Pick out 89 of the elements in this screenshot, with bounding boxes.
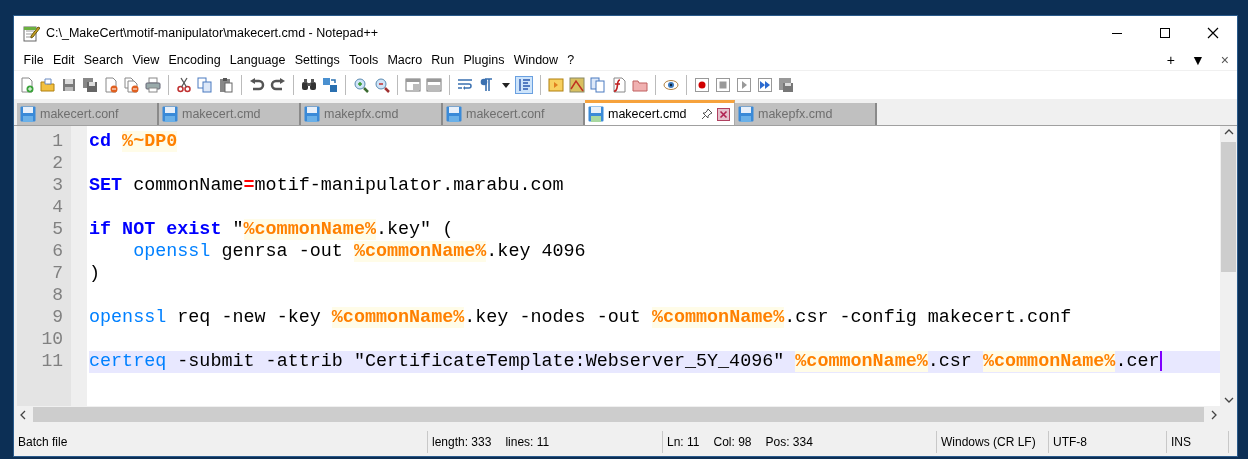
menu-item[interactable]: Language: [225, 53, 291, 67]
menu-item[interactable]: Edit: [48, 53, 80, 67]
window-icon[interactable]: [426, 77, 442, 93]
line-position: Ln: 11: [667, 435, 700, 449]
tab-label: makecert.cmd: [608, 107, 687, 121]
tab-label: makecert.conf: [466, 107, 545, 121]
fast-forward-icon[interactable]: [757, 77, 773, 93]
menu-item[interactable]: Run: [426, 53, 459, 67]
zoom-out-icon[interactable]: [374, 77, 390, 93]
map-icon[interactable]: [569, 77, 585, 93]
play-icon[interactable]: [736, 77, 752, 93]
line-number: 5: [51, 219, 64, 241]
maximize-icon[interactable]: [1159, 27, 1171, 39]
eye-icon[interactable]: [663, 77, 679, 93]
window-title: C:\_MakeCert\motif-manipulator\makecert.cmd - Notepad++: [46, 26, 380, 40]
menu-item[interactable]: Window: [509, 53, 563, 67]
window-icon[interactable]: [405, 77, 421, 93]
close-icon[interactable]: [1207, 27, 1219, 39]
indent-guide-icon[interactable]: [515, 76, 533, 94]
stop-icon[interactable]: [715, 77, 731, 93]
file-tab[interactable]: makecert.cmd: [585, 100, 735, 125]
line-number: 10: [40, 329, 64, 351]
column-position: Col: 98: [713, 435, 752, 449]
line-number: 4: [51, 197, 64, 219]
code-line: SET commonName=motif-manipulator.marabu.com: [89, 175, 565, 197]
copy-icon[interactable]: [197, 77, 213, 93]
print-icon[interactable]: [145, 77, 161, 93]
line-number: 9: [51, 307, 64, 329]
menu-item[interactable]: Settings: [290, 53, 345, 67]
line-number: 2: [51, 153, 64, 175]
menu-item[interactable]: Plugins: [458, 53, 510, 67]
menu-item[interactable]: Tools: [344, 53, 383, 67]
notepad-icon: [22, 24, 40, 42]
code-line: if NOT exist "%commonName%.key" (: [89, 219, 455, 241]
folder-icon[interactable]: [632, 77, 648, 93]
doc-map-icon[interactable]: [548, 77, 564, 93]
code-line: openssl genrsa -out %commonName%.key 4096: [132, 241, 587, 263]
replace-icon[interactable]: [322, 77, 338, 93]
documents-icon[interactable]: [590, 77, 606, 93]
tab-list-button[interactable]: ▼: [1182, 52, 1213, 68]
save-icon[interactable]: [61, 77, 77, 93]
close-icon[interactable]: [717, 107, 730, 121]
insert-mode-label: INS: [1171, 435, 1191, 449]
close-tab-button[interactable]: ×: [1212, 52, 1237, 68]
tab-label: makepfx.cmd: [324, 107, 399, 121]
line-endings-label: Windows (CR LF): [941, 435, 1036, 449]
tab-label: makecert.cmd: [182, 107, 261, 121]
text-cursor: [1159, 351, 1162, 372]
save-macro-icon[interactable]: [778, 77, 794, 93]
undo-icon[interactable]: [249, 77, 265, 93]
function-list-icon[interactable]: [611, 77, 627, 93]
menu-item[interactable]: Search: [79, 53, 128, 67]
lines-count: lines: 11: [505, 435, 550, 449]
line-number: 1: [51, 131, 64, 153]
vertical-scrollbar[interactable]: [1220, 126, 1237, 406]
line-number: 11: [40, 351, 64, 373]
redo-icon[interactable]: [270, 77, 286, 93]
cut-icon[interactable]: [176, 77, 192, 93]
save-all-icon[interactable]: [82, 77, 98, 93]
line-number: 6: [51, 241, 64, 263]
menu-item[interactable]: ?: [562, 53, 579, 67]
tab-label: makecert.conf: [40, 107, 119, 121]
encoding-label: UTF-8: [1053, 435, 1087, 449]
menu-item[interactable]: File: [19, 53, 49, 67]
new-tab-button[interactable]: +: [1158, 52, 1183, 68]
line-number: 3: [51, 175, 64, 197]
menu-item[interactable]: Encoding: [163, 53, 226, 67]
paste-icon[interactable]: [218, 77, 234, 93]
menu-item[interactable]: Macro: [382, 53, 427, 67]
horizontal-scrollbar[interactable]: [17, 406, 1220, 423]
line-number: 7: [51, 263, 64, 285]
close-file-icon[interactable]: [103, 77, 119, 93]
character-position: Pos: 334: [765, 435, 813, 449]
open-file-icon[interactable]: [40, 77, 56, 93]
record-icon[interactable]: [694, 77, 710, 93]
menu-item[interactable]: View: [127, 53, 164, 67]
find-icon[interactable]: [301, 77, 317, 93]
pilcrow-icon[interactable]: [478, 77, 494, 93]
close-all-icon[interactable]: [124, 77, 140, 93]
new-file-icon[interactable]: [19, 77, 35, 93]
tab-label: makepfx.cmd: [758, 107, 833, 121]
line-number: 8: [51, 285, 64, 307]
language-label: Batch file: [18, 435, 68, 449]
code-line: ): [89, 263, 102, 285]
code-line: cd %~DP0: [89, 131, 179, 153]
code-line: openssl req -new -key %commonName%.key -nodes -out %commonName%.csr -config makecert.conf: [89, 307, 1073, 329]
zoom-in-icon[interactable]: [353, 77, 369, 93]
pin-icon[interactable]: [701, 108, 713, 120]
length-count: length: 333: [432, 435, 492, 449]
